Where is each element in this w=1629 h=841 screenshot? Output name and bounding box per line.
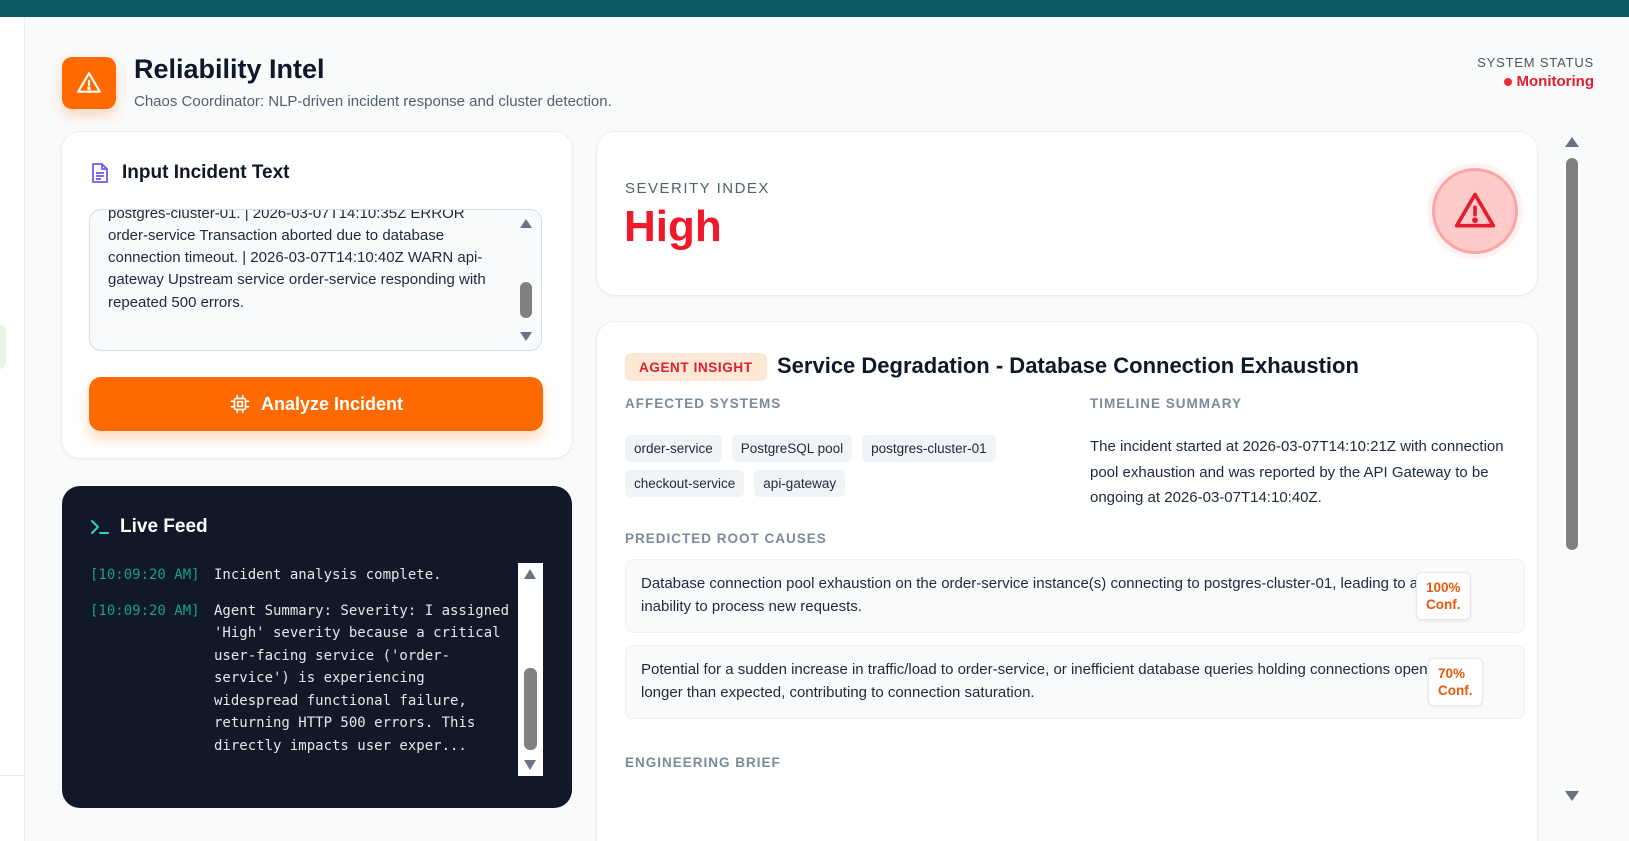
input-card-title: Input Incident Text — [122, 162, 290, 183]
main-scroll-down-button[interactable] — [1565, 791, 1579, 801]
feed-timestamp: [10:09:20 AM] — [90, 602, 200, 619]
textarea-scroll-up-button[interactable] — [520, 219, 532, 228]
app-logo — [62, 57, 116, 109]
sidebar-active-indicator — [0, 325, 6, 369]
live-feed-title: Live Feed — [120, 516, 208, 537]
live-feed-header: Live Feed — [90, 516, 208, 538]
main-scroll-up-button[interactable] — [1565, 137, 1579, 147]
system-tag: PostgreSQL pool — [731, 435, 853, 462]
status-text: Monitoring — [1516, 73, 1594, 90]
affected-systems-label: AFFECTED SYSTEMS — [625, 396, 782, 411]
live-feed-log: [10:09:20 AM] Incident analysis complete… — [90, 564, 510, 770]
app-title: Reliability Intel — [134, 54, 325, 84]
root-cause-item: Potential for a sudden increase in traff… — [625, 645, 1525, 719]
confidence-suffix: Conf. — [1426, 597, 1461, 612]
live-feed-card: Live Feed [10:09:20 AM] Incident analysi… — [62, 486, 572, 808]
agent-insight-badge: AGENT INSIGHT — [625, 353, 767, 381]
feed-entry: [10:09:20 AM] Incident analysis complete… — [90, 564, 510, 587]
system-status-value: Monitoring — [1503, 73, 1594, 90]
system-tag: postgres-cluster-01 — [862, 435, 996, 462]
agent-insight-card: AGENT INSIGHT Service Degradation - Data… — [597, 322, 1537, 841]
confidence-badge: 70% Conf. — [1428, 658, 1483, 706]
sidebar-divider — [0, 775, 25, 776]
incident-text-content[interactable]: ...-03-07T14:10:25Z ... | 2026-03-07T14:… — [108, 210, 503, 350]
incident-text-input[interactable]: ...-03-07T14:10:25Z ... | 2026-03-07T14:… — [89, 209, 542, 351]
main-scrollbar-thumb[interactable] — [1566, 158, 1578, 550]
textarea-scrollbar-thumb[interactable] — [520, 282, 532, 318]
severity-icon-badge — [1427, 163, 1523, 259]
live-feed-scrollbar[interactable] — [518, 563, 543, 776]
top-bar — [0, 0, 1629, 17]
main-scrollbar[interactable] — [1559, 132, 1585, 803]
feed-message: Agent Summary: Severity: I assigned 'Hig… — [214, 602, 518, 754]
insight-title: Service Degradation - Database Connectio… — [777, 353, 1359, 378]
document-icon — [92, 163, 108, 183]
confidence-value: 70% — [1438, 666, 1466, 681]
confidence-badge: 100% Conf. — [1416, 572, 1471, 620]
engineering-brief-label: ENGINEERING BRIEF — [625, 755, 781, 770]
terminal-prompt-icon — [91, 520, 109, 534]
severity-value: High — [624, 202, 722, 251]
incident-text-value[interactable]: ...-03-07T14:10:25Z ... | 2026-03-07T14:… — [108, 210, 503, 314]
system-status-label: SYSTEM STATUS — [1477, 55, 1594, 70]
system-tag: api-gateway — [754, 470, 846, 497]
warning-triangle-icon — [1454, 192, 1496, 228]
feed-scroll-down-button[interactable] — [524, 760, 536, 770]
status-dot-icon — [1503, 77, 1512, 86]
timeline-summary-label: TIMELINE SUMMARY — [1090, 396, 1242, 411]
feed-entry: [10:09:20 AM] Agent Summary: Severity: I… — [90, 600, 510, 758]
root-cause-text: Potential for a sudden increase in traff… — [641, 661, 1428, 701]
confidence-value: 100% — [1426, 580, 1461, 595]
left-sidebar-edge — [0, 17, 25, 841]
severity-card: SEVERITY INDEX High — [597, 132, 1537, 295]
cpu-chip-icon — [230, 394, 250, 414]
system-tag: order-service — [625, 435, 722, 462]
feed-message: Incident analysis complete. — [214, 567, 442, 583]
app-subtitle: Chaos Coordinator: NLP-driven incident r… — [134, 93, 612, 110]
feed-scrollbar-thumb[interactable] — [524, 668, 537, 750]
analyze-button-label: Analyze Incident — [260, 393, 404, 414]
textarea-scroll-down-button[interactable] — [520, 332, 532, 341]
timeline-summary-text: The incident started at 2026-03-07T14:10… — [1090, 438, 1504, 506]
confidence-suffix: Conf. — [1438, 683, 1473, 698]
root-causes-label: PREDICTED ROOT CAUSES — [625, 531, 827, 546]
root-cause-item: Database connection pool exhaustion on t… — [625, 559, 1525, 633]
severity-label: SEVERITY INDEX — [625, 180, 770, 197]
feed-scroll-up-button[interactable] — [524, 569, 536, 579]
system-tag: checkout-service — [625, 470, 745, 497]
affected-systems-tags: order-service PostgreSQL pool postgres-c… — [625, 435, 1045, 497]
analyze-incident-button[interactable]: Analyze Incident — [89, 377, 543, 431]
severity-icon-circle — [1432, 168, 1518, 254]
feed-timestamp: [10:09:20 AM] — [90, 567, 200, 583]
input-card-header: Input Incident Text — [90, 162, 289, 184]
root-cause-text: Database connection pool exhaustion on t… — [641, 575, 1427, 615]
warning-triangle-icon — [77, 72, 101, 93]
input-incident-card: Input Incident Text ...-03-07T14:10:25Z … — [62, 132, 572, 458]
